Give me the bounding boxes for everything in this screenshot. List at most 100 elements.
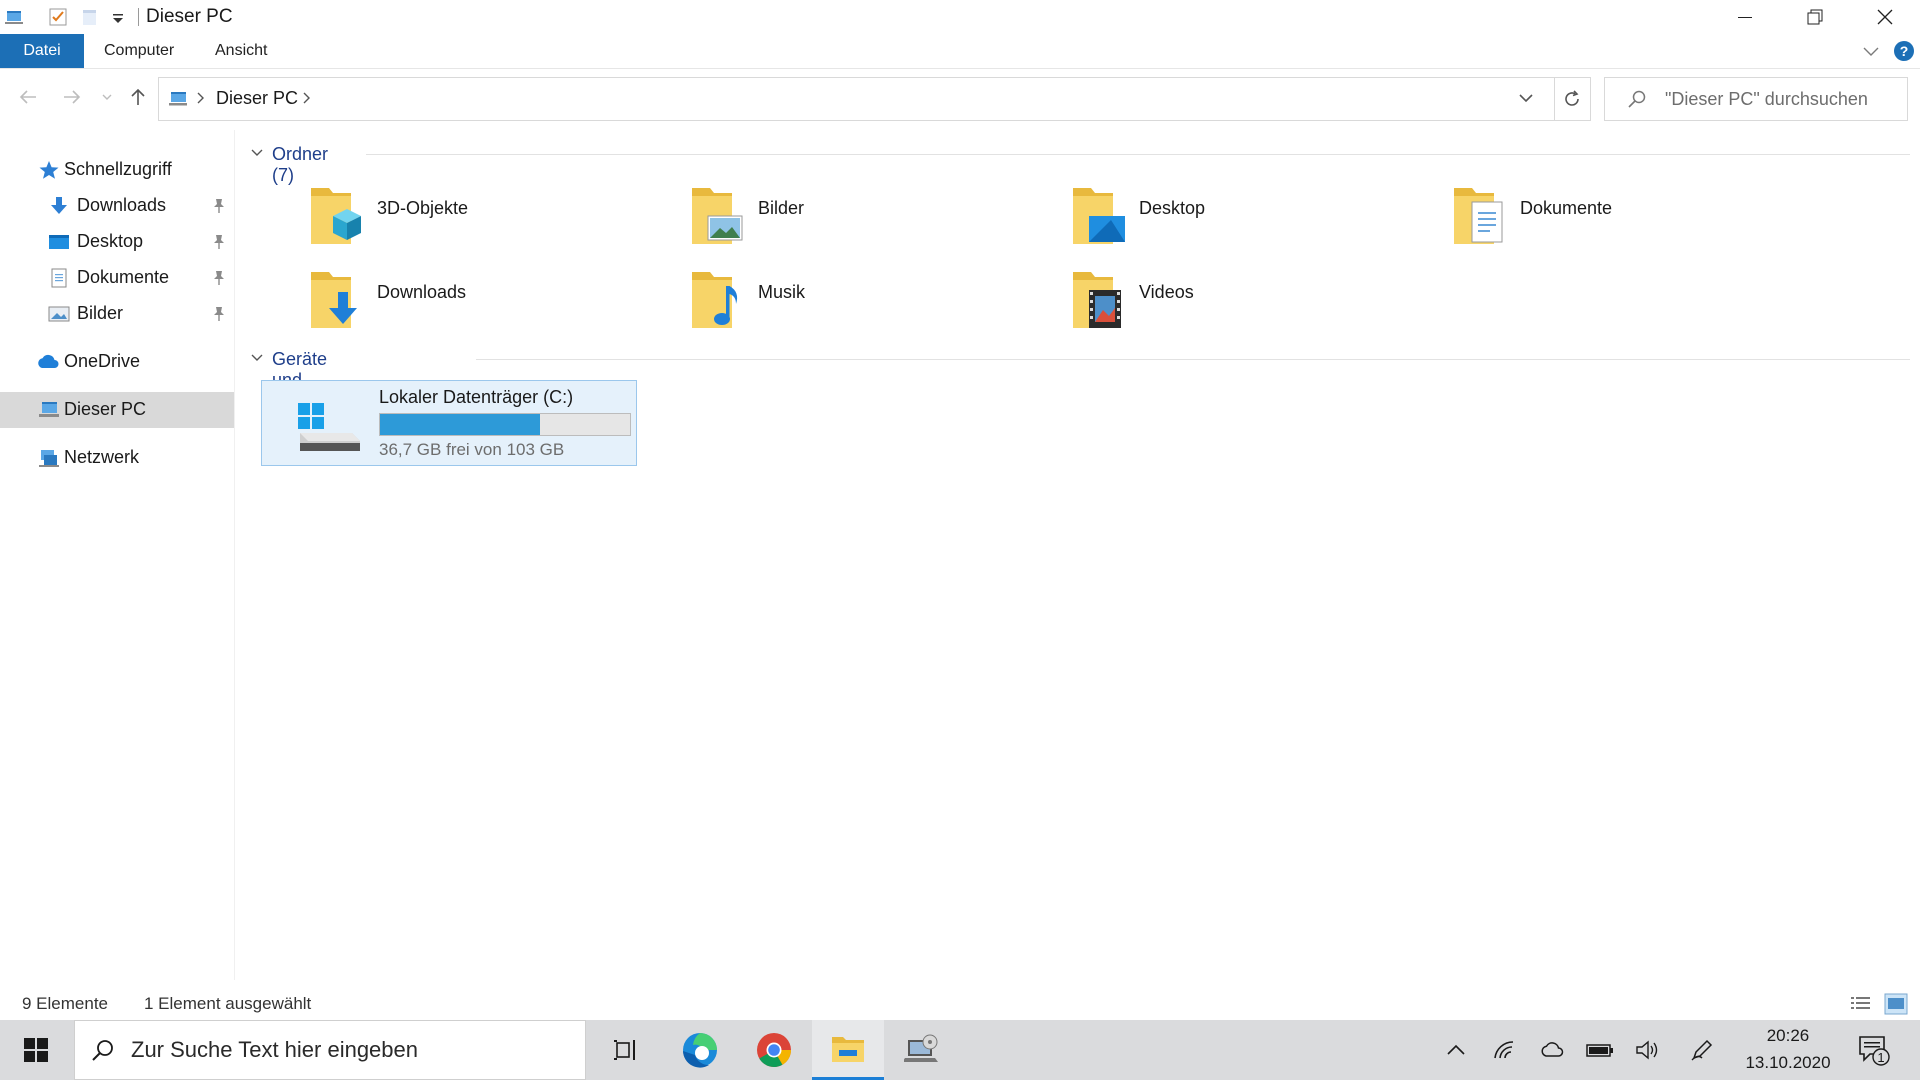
folder-label: Musik xyxy=(758,282,806,302)
recent-locations-button[interactable] xyxy=(92,81,122,113)
tiles-view-icon[interactable] xyxy=(1884,993,1908,1020)
folder-bilder[interactable]: Bilder xyxy=(690,180,1050,264)
item-count: 9 Elemente xyxy=(22,994,108,1013)
sidebar-item-label: Dieser PC xyxy=(64,399,147,419)
taskbar-clock-time[interactable]: 20:26 xyxy=(1748,1026,1828,1046)
onedrive-tray-icon[interactable] xyxy=(1538,1036,1566,1064)
search-icon xyxy=(1627,89,1647,114)
forward-button[interactable] xyxy=(56,81,88,113)
help-icon[interactable]: ? xyxy=(1893,40,1915,67)
pen-workspace-icon[interactable] xyxy=(1688,1036,1716,1064)
folder-label: Downloads xyxy=(377,282,467,302)
show-hidden-icons-chevron-icon[interactable] xyxy=(1442,1036,1470,1064)
sidebar-item-dokumente[interactable]: Dokumente xyxy=(0,260,234,296)
downloads-folder-icon xyxy=(309,264,365,348)
refresh-icon xyxy=(1565,90,1579,106)
svg-text:?: ? xyxy=(1900,43,1909,59)
address-history-dropdown-icon[interactable] xyxy=(1517,90,1535,111)
drive-usage-fill xyxy=(380,414,540,435)
edge-browser-icon xyxy=(683,1033,717,1068)
search-icon xyxy=(91,1039,115,1068)
search-input[interactable]: "Dieser PC" durchsuchen xyxy=(1604,77,1908,121)
up-button[interactable] xyxy=(122,81,154,113)
properties-icon[interactable] xyxy=(48,7,68,27)
sidebar-item-label: Netzwerk xyxy=(64,447,140,467)
sidebar-item-dieser-pc[interactable]: Dieser PC xyxy=(0,392,234,428)
refresh-button[interactable] xyxy=(1554,77,1591,121)
window-title: Dieser PC xyxy=(146,6,233,27)
restore-icon xyxy=(1807,9,1823,25)
sidebar-item-label: Bilder xyxy=(77,303,124,323)
tab-datei[interactable]: Datei xyxy=(0,34,84,68)
back-arrow-icon xyxy=(19,90,36,104)
wifi-icon[interactable] xyxy=(1490,1036,1518,1064)
taskbar-edge-button[interactable] xyxy=(664,1020,736,1080)
tab-computer[interactable]: Computer xyxy=(104,34,174,68)
close-icon xyxy=(1877,9,1893,25)
customize-toolbar-dropdown-icon[interactable] xyxy=(108,7,128,27)
address-bar[interactable]: Dieser PC xyxy=(158,77,1555,121)
collapse-group-chevron-icon[interactable] xyxy=(250,146,264,164)
sidebar-item-desktop[interactable]: Desktop xyxy=(0,224,234,260)
pictures-folder-icon xyxy=(690,180,746,264)
download-icon xyxy=(48,196,70,216)
group-divider xyxy=(366,154,1910,155)
battery-icon[interactable] xyxy=(1586,1036,1614,1064)
cloud-icon xyxy=(36,352,59,372)
sidebar-item-label: OneDrive xyxy=(64,351,141,371)
new-folder-icon[interactable] xyxy=(80,7,100,27)
folder-3d-objekte[interactable]: 3D-Objekte xyxy=(309,180,669,264)
back-button[interactable] xyxy=(12,81,44,113)
navigation-pane: Schnellzugriff Downloads Desktop Dokumen… xyxy=(0,130,235,980)
details-view-icon[interactable] xyxy=(1850,994,1872,1019)
computer-icon xyxy=(38,400,60,420)
pin-icon[interactable] xyxy=(212,234,226,250)
ribbon: Datei Computer Ansicht ? xyxy=(0,34,1920,69)
minimize-button[interactable] xyxy=(1710,0,1780,34)
selection-count: 1 Element ausgewählt xyxy=(144,994,312,1013)
this-pc-app-icon[interactable] xyxy=(4,7,24,27)
chrome-browser-icon xyxy=(757,1033,791,1067)
desktop-icon xyxy=(48,232,70,252)
collapse-group-chevron-icon[interactable] xyxy=(250,351,264,369)
taskbar-search-box[interactable]: Zur Suche Text hier eingeben xyxy=(74,1020,586,1080)
minimize-icon xyxy=(1738,17,1752,18)
pin-icon[interactable] xyxy=(212,270,226,286)
sidebar-item-onedrive[interactable]: OneDrive xyxy=(0,344,234,380)
tab-ansicht[interactable]: Ansicht xyxy=(215,34,267,68)
breadcrumb-chevron-icon[interactable] xyxy=(301,90,311,111)
start-button[interactable] xyxy=(0,1020,72,1080)
sidebar-item-downloads[interactable]: Downloads xyxy=(0,188,234,224)
folder-downloads[interactable]: Downloads xyxy=(309,264,669,348)
folder-label: Desktop xyxy=(1139,198,1206,218)
drive-c-tile[interactable]: Lokaler Datenträger (C:) 36,7 GB frei vo… xyxy=(261,380,637,466)
close-button[interactable] xyxy=(1850,0,1920,34)
taskbar-chrome-button[interactable] xyxy=(738,1020,810,1080)
folder-dokumente[interactable]: Dokumente xyxy=(1452,180,1812,264)
pin-icon[interactable] xyxy=(212,306,226,322)
breadcrumb-separator-icon xyxy=(195,90,205,111)
expand-ribbon-chevron-icon[interactable] xyxy=(1862,43,1880,64)
desktop-folder-icon xyxy=(1071,180,1127,264)
sidebar-item-bilder[interactable]: Bilder xyxy=(0,296,234,332)
pictures-icon xyxy=(48,304,70,324)
3d-objects-folder-icon xyxy=(309,180,365,264)
sidebar-item-netzwerk[interactable]: Netzwerk xyxy=(0,440,234,476)
pin-icon[interactable] xyxy=(212,198,226,214)
star-icon xyxy=(38,160,60,180)
sidebar-item-label: Dokumente xyxy=(77,267,170,287)
restore-button[interactable] xyxy=(1780,0,1850,34)
taskbar-file-explorer-button[interactable] xyxy=(812,1020,884,1080)
notification-count-badge: 1 xyxy=(1877,1050,1885,1065)
folder-videos[interactable]: Videos xyxy=(1071,264,1431,348)
task-view-button[interactable] xyxy=(590,1020,662,1080)
volume-icon[interactable] xyxy=(1634,1036,1662,1064)
title-bar: Dieser PC xyxy=(0,0,1920,34)
folder-desktop[interactable]: Desktop xyxy=(1071,180,1431,264)
folder-musik[interactable]: Musik xyxy=(690,264,1050,348)
taskbar-app-button[interactable] xyxy=(886,1020,958,1080)
breadcrumb-this-pc[interactable]: Dieser PC xyxy=(216,88,298,109)
sidebar-item-schnellzugriff[interactable]: Schnellzugriff xyxy=(0,152,234,188)
taskbar: Zur Suche Text hier eingeben 20:26 13.10… xyxy=(0,1020,1920,1080)
taskbar-clock-date[interactable]: 13.10.2020 xyxy=(1740,1053,1836,1073)
